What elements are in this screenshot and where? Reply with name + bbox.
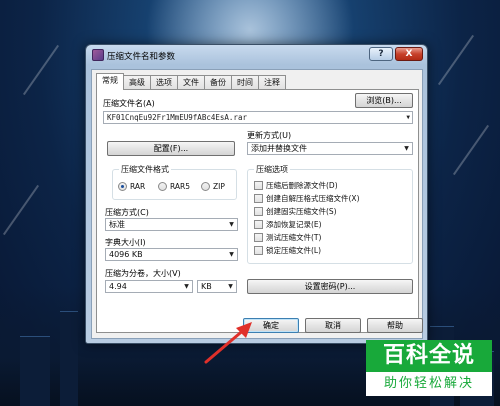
option-label: 压缩后删除源文件(D) — [266, 181, 338, 190]
checkbox-icon — [254, 233, 263, 242]
help-button[interactable]: 帮助 — [367, 318, 423, 333]
checkbox-icon — [254, 246, 263, 255]
format-radio-rar5[interactable]: RAR5 — [158, 182, 190, 191]
window-title: 压缩文件名和参数 — [107, 52, 176, 62]
format-group: 压缩文件格式 RAR RAR5 ZIP — [112, 164, 237, 200]
option-solid[interactable]: 创建固实压缩文件(S) — [254, 206, 337, 217]
chevron-down-icon: ▼ — [228, 283, 233, 290]
profiles-button[interactable]: 配置(F)... — [107, 141, 235, 156]
dialog-client: 常规 高级 选项 文件 备份 时间 注释 压缩文件名(A) 浏览(B)... K… — [91, 69, 423, 339]
light-streak — [22, 44, 60, 96]
option-label: 测试压缩文件(T) — [266, 233, 322, 242]
light-streak — [437, 34, 475, 86]
update-mode-label: 更新方式(U) — [247, 131, 292, 140]
archive-name-value: KF01CnqEu92Fr1MmEU9fABc4EsA.rar — [107, 113, 247, 122]
chevron-down-icon[interactable]: ▼ — [406, 112, 410, 123]
close-button[interactable]: X — [395, 47, 423, 61]
general-tab-panel: 压缩文件名(A) 浏览(B)... KF01CnqEu92Fr1MmEU9fAB… — [96, 89, 419, 333]
watermark-logo: 百科全说 助你轻松解决 — [366, 340, 492, 398]
tab-advanced[interactable]: 高级 — [123, 75, 151, 90]
options-group-title: 压缩选项 — [254, 164, 290, 175]
archive-name-input[interactable]: KF01CnqEu92Fr1MmEU9fABc4EsA.rar ▼ — [103, 111, 413, 124]
format-label-zip: ZIP — [213, 182, 225, 191]
watermark-title: 百科全说 — [366, 340, 492, 372]
format-label-rar5: RAR5 — [170, 182, 191, 191]
building — [60, 311, 78, 406]
split-size-input[interactable]: 4.94 ▼ — [105, 280, 193, 293]
option-sfx[interactable]: 创建自解压格式压缩文件(X) — [254, 193, 360, 204]
cancel-button[interactable]: 取消 — [305, 318, 361, 333]
option-lock[interactable]: 锁定压缩文件(L) — [254, 245, 321, 256]
split-unit-select[interactable]: KB ▼ — [197, 280, 237, 293]
update-mode-value: 添加并替换文件 — [251, 144, 307, 153]
format-radio-zip[interactable]: ZIP — [201, 182, 225, 191]
light-streak — [2, 184, 40, 236]
radio-selected-icon — [118, 182, 127, 191]
tab-options[interactable]: 选项 — [150, 75, 178, 90]
options-group: 压缩选项 压缩后删除源文件(D) 创建自解压格式压缩文件(X) 创建固实压缩文件… — [247, 164, 413, 264]
set-password-button[interactable]: 设置密码(P)... — [247, 279, 413, 294]
chevron-down-icon: ▼ — [229, 221, 234, 228]
checkbox-icon — [254, 207, 263, 216]
dict-value: 4096 KB — [109, 250, 143, 259]
format-radio-rar[interactable]: RAR — [118, 182, 145, 191]
tab-strip: 常规 高级 选项 文件 备份 时间 注释 — [96, 73, 286, 90]
option-recovery[interactable]: 添加恢复记录(E) — [254, 219, 322, 230]
dict-select[interactable]: 4096 KB ▼ — [105, 248, 238, 261]
method-label: 压缩方式(C) — [105, 208, 149, 217]
browse-button[interactable]: 浏览(B)... — [355, 93, 413, 108]
chevron-down-icon: ▼ — [184, 283, 189, 290]
checkbox-icon — [254, 181, 263, 190]
option-delete-source[interactable]: 压缩后删除源文件(D) — [254, 180, 338, 191]
chevron-down-icon: ▼ — [229, 251, 234, 258]
chevron-down-icon: ▼ — [404, 145, 409, 152]
dict-label: 字典大小(I) — [105, 238, 146, 247]
watermark-subtitle: 助你轻松解决 — [366, 372, 492, 396]
split-unit-value: KB — [201, 282, 212, 291]
option-label: 创建自解压格式压缩文件(X) — [266, 194, 360, 203]
split-label: 压缩为分卷，大小(V) — [105, 269, 181, 278]
tab-general[interactable]: 常规 — [96, 73, 124, 90]
title-help-button[interactable]: ? — [369, 47, 393, 61]
radio-icon — [158, 182, 167, 191]
format-label-rar: RAR — [130, 182, 146, 191]
method-value: 标准 — [109, 220, 125, 229]
arrow-shaft — [204, 326, 248, 364]
checkbox-icon — [254, 220, 263, 229]
option-label: 创建固实压缩文件(S) — [266, 207, 337, 216]
option-label: 锁定压缩文件(L) — [266, 246, 322, 255]
checkbox-icon — [254, 194, 263, 203]
radio-icon — [201, 182, 210, 191]
winrar-icon — [92, 49, 104, 61]
option-test[interactable]: 测试压缩文件(T) — [254, 232, 321, 243]
method-select[interactable]: 标准 ▼ — [105, 218, 238, 231]
split-size-value: 4.94 — [109, 282, 127, 291]
tab-files[interactable]: 文件 — [177, 75, 205, 90]
tab-comment[interactable]: 注释 — [258, 75, 286, 90]
option-label: 添加恢复记录(E) — [266, 220, 322, 229]
building — [20, 336, 50, 406]
tab-time[interactable]: 时间 — [231, 75, 259, 90]
update-mode-select[interactable]: 添加并替换文件 ▼ — [247, 142, 413, 155]
tab-backup[interactable]: 备份 — [204, 75, 232, 90]
archive-name-label: 压缩文件名(A) — [103, 99, 155, 108]
annotation-arrow-icon — [204, 322, 252, 364]
light-streak — [452, 124, 490, 176]
title-bar[interactable]: 压缩文件名和参数 ? X — [86, 45, 427, 65]
format-group-title: 压缩文件格式 — [119, 164, 171, 175]
archive-dialog: 压缩文件名和参数 ? X 常规 高级 选项 文件 备份 时间 注释 压缩文件名(… — [85, 44, 428, 344]
